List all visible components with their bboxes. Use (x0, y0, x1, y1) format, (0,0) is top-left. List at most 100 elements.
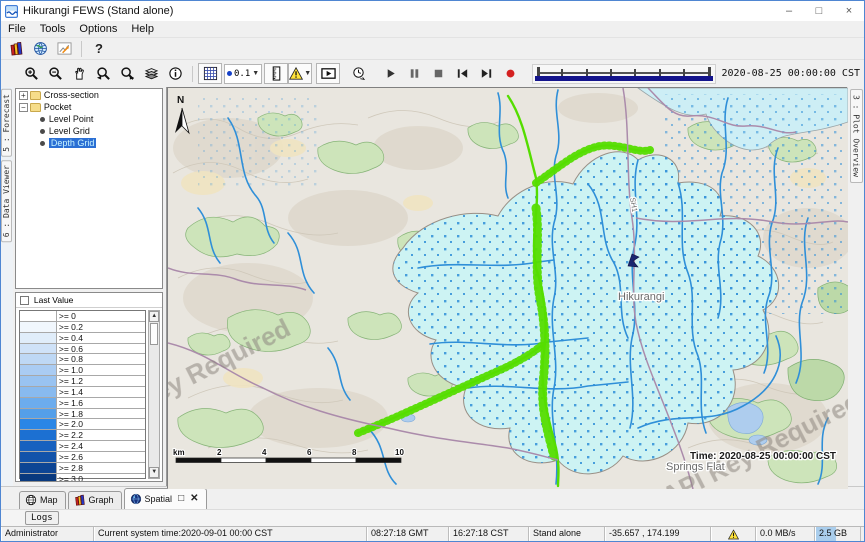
legend-row: >= 1.0 (20, 365, 145, 376)
record-icon (503, 66, 518, 81)
pause-button[interactable] (402, 63, 426, 84)
time-tool-button[interactable] (346, 63, 370, 84)
zoom-previous-button[interactable] (91, 63, 115, 84)
info-icon (168, 66, 183, 81)
zoom-next-button[interactable] (115, 63, 139, 84)
right-tab-strip: 3 : Plot Overview (847, 87, 864, 486)
bottom-tab-bar: Map Graph Spatial □ ✕ (1, 486, 864, 509)
legend-scrollbar[interactable]: ▲ ▼ (148, 310, 160, 479)
play-icon (383, 66, 398, 81)
time-span-bar (535, 76, 712, 81)
clock-icon (351, 66, 366, 81)
place-label-hikurangi: Hikurangi (618, 291, 664, 303)
bullet-icon (40, 117, 45, 122)
menu-help[interactable]: Help (124, 22, 161, 36)
minimize-button[interactable]: – (774, 2, 804, 20)
tab-graph[interactable]: Graph (68, 491, 122, 509)
legend-row: >= 1.4 (20, 387, 145, 398)
restore-pane-icon[interactable]: □ (178, 493, 184, 504)
collapse-icon[interactable]: − (19, 103, 28, 112)
tab-forecast[interactable]: 5 : Forecast (1, 89, 12, 157)
status-user: Administrator (1, 527, 94, 541)
expand-icon[interactable]: + (19, 91, 28, 100)
map-time-label: Time: 2020-08-25 00:00:00 CST (690, 451, 836, 462)
tab-plot-overview[interactable]: 3 : Plot Overview (850, 89, 863, 183)
thresholds-dropdown[interactable]: ▼ (288, 63, 312, 84)
menu-options[interactable]: Options (72, 22, 124, 36)
stop-icon (431, 66, 446, 81)
layers-button[interactable] (139, 63, 163, 84)
legend-swatch (20, 474, 57, 482)
scalebar-toggle-button[interactable] (264, 63, 288, 84)
pause-icon (407, 66, 422, 81)
status-gmt-time: 08:27:18 GMT (367, 527, 449, 541)
tree-item-level-point[interactable]: Level Point (16, 113, 162, 125)
zoom-out-icon (48, 66, 63, 81)
class-dot-icon (227, 71, 232, 76)
zoom-in-button[interactable] (19, 63, 43, 84)
animation-dialog-button[interactable] (316, 63, 340, 84)
books-icon (9, 41, 24, 56)
main-toolbar: ? (1, 38, 864, 60)
left-panel: + Cross-section − Pocket Level Point Lev… (13, 87, 167, 486)
tree-item-cross-section[interactable]: + Cross-section (16, 89, 162, 101)
scroll-up-icon[interactable]: ▲ (149, 311, 159, 322)
timeseries-dialog-button[interactable] (52, 38, 76, 59)
status-bar: Administrator Current system time:2020-0… (1, 526, 864, 541)
status-download-rate: 0.0 MB/s (756, 527, 815, 541)
tree-item-depth-grid[interactable]: Depth Grid (16, 137, 162, 149)
legend-row: >= 1.2 (20, 376, 145, 387)
classification-dropdown[interactable]: 0.1▼ (224, 64, 262, 84)
classification-value: 0.1 (234, 69, 250, 79)
status-memory[interactable]: 2.5 GB (815, 527, 861, 541)
last-value-checkbox[interactable] (20, 296, 29, 305)
play-button[interactable] (378, 63, 402, 84)
tab-data-viewer[interactable]: 6 : Data Viewer (1, 160, 12, 242)
time-slider[interactable] (532, 64, 715, 84)
maximize-button[interactable]: □ (804, 2, 834, 20)
layers-icon (144, 66, 159, 81)
info-button[interactable] (163, 63, 187, 84)
ruler-icon (269, 66, 284, 81)
timeseries-chart-icon (57, 41, 72, 56)
close-button[interactable]: × (834, 2, 864, 20)
tab-map[interactable]: Map (19, 491, 66, 509)
app-icon (5, 5, 18, 18)
tab-spatial[interactable]: Spatial □ ✕ (124, 488, 207, 509)
legend-swatch (20, 398, 57, 408)
logs-row: Logs (1, 509, 864, 526)
chevron-down-icon: ▼ (252, 70, 259, 77)
legend-row: >= 2.6 (20, 452, 145, 463)
go-last-button[interactable] (474, 63, 498, 84)
record-button[interactable] (498, 63, 522, 84)
legend-swatch (20, 376, 57, 386)
go-first-button[interactable] (450, 63, 474, 84)
grid-icon (203, 66, 218, 81)
svg-text:2: 2 (217, 448, 222, 457)
explorer-button[interactable] (4, 38, 28, 59)
title-bar[interactable]: Hikurangi FEWS (Stand alone) – □ × (1, 1, 864, 21)
pan-button[interactable] (67, 63, 91, 84)
bullet-icon (40, 141, 45, 146)
tree-item-pocket[interactable]: − Pocket (16, 101, 162, 113)
svg-text:km: km (173, 448, 185, 457)
legend-row: >= 2.2 (20, 430, 145, 441)
map-canvas[interactable]: API Key Required API Key Required Hikura… (167, 87, 847, 488)
stop-button[interactable] (426, 63, 450, 84)
hand-icon (72, 66, 87, 81)
current-time-label: 2020-08-25 00:00:00 CST (722, 68, 864, 79)
zoom-out-button[interactable] (43, 63, 67, 84)
warning-triangle-icon (289, 66, 303, 81)
last-value-row: Last Value (16, 293, 162, 308)
grid-toggle-button[interactable] (198, 63, 222, 84)
tree-item-level-grid[interactable]: Level Grid (16, 125, 162, 137)
scroll-down-icon[interactable]: ▼ (149, 467, 159, 478)
help-button[interactable]: ? (87, 41, 111, 56)
scrollbar-thumb[interactable] (150, 323, 158, 345)
menu-file[interactable]: File (1, 22, 33, 36)
logs-button[interactable]: Logs (25, 511, 59, 525)
close-pane-icon[interactable]: ✕ (190, 493, 198, 504)
map-display-button[interactable] (28, 38, 52, 59)
menu-tools[interactable]: Tools (33, 22, 73, 36)
status-warning-cell[interactable] (711, 527, 756, 541)
